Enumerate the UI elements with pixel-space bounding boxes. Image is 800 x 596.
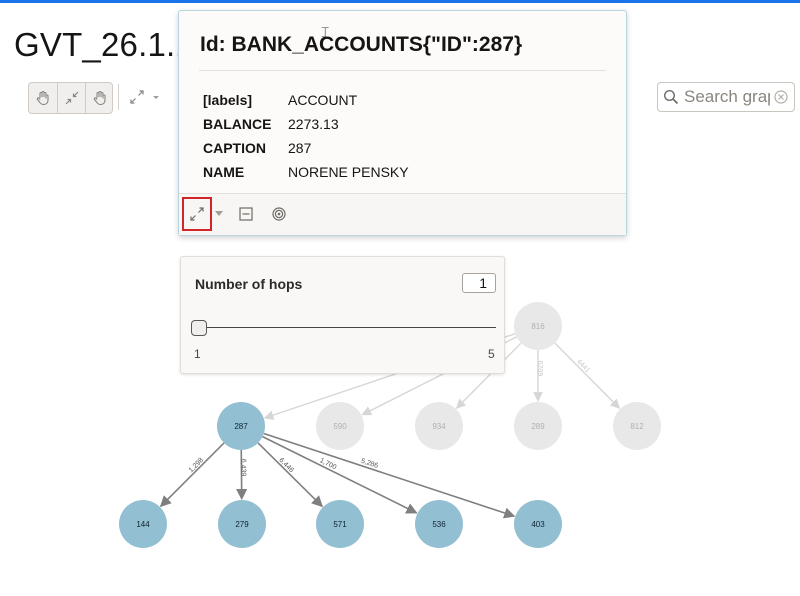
node-label: 279	[235, 520, 249, 529]
graph-node[interactable]: 571	[316, 500, 364, 548]
collapse-box-icon	[239, 207, 253, 221]
text-cursor-icon: ⌶	[321, 25, 330, 41]
graph-edge[interactable]	[554, 342, 621, 409]
focus-button[interactable]	[265, 200, 293, 228]
graph-edge[interactable]	[159, 442, 225, 508]
node-label: 812	[630, 422, 644, 431]
node-label: 571	[333, 520, 347, 529]
graph-node[interactable]: 403	[514, 500, 562, 548]
node-label: 144	[136, 520, 150, 529]
graph-node[interactable]: 812	[613, 402, 661, 450]
graph-node[interactable]: 590	[316, 402, 364, 450]
graph-node[interactable]: 816	[514, 302, 562, 350]
node-label: 536	[432, 520, 446, 529]
property-row: [labels] ACCOUNT	[203, 92, 357, 112]
number-of-hops-panel: Number of hops 1 1 5	[180, 256, 505, 374]
expand-button[interactable]	[182, 197, 212, 231]
node-label: 934	[432, 422, 446, 431]
graph-edge[interactable]	[257, 442, 324, 508]
hops-max-label: 5	[488, 347, 495, 361]
node-details-popover: Id: BANK_ACCOUNTS{"ID":287} [labels] ACC…	[178, 10, 627, 236]
graph-edge[interactable]	[263, 432, 516, 519]
property-value: 287	[288, 140, 312, 156]
property-value: NORENE PENSKY	[288, 164, 409, 180]
popover-footer	[179, 193, 626, 235]
property-row: NAME NORENE PENSKY	[203, 164, 409, 184]
graph-node[interactable]: 279	[218, 500, 266, 548]
popover-divider	[199, 70, 606, 71]
property-value: 2273.13	[288, 116, 339, 132]
node-label: 590	[333, 422, 347, 431]
property-key: CAPTION	[203, 140, 266, 156]
target-icon	[272, 207, 286, 221]
node-id-title: Id: BANK_ACCOUNTS{"ID":287}	[200, 33, 523, 56]
edge-label: 6,439	[239, 459, 246, 477]
graph-node[interactable]: 934	[415, 402, 463, 450]
hops-slider-track[interactable]	[201, 327, 496, 328]
property-key: BALANCE	[203, 116, 272, 132]
graph-node[interactable]: 287	[217, 402, 265, 450]
property-value: ACCOUNT	[288, 92, 358, 108]
graph-node[interactable]: 289	[514, 402, 562, 450]
chevron-down-icon[interactable]	[215, 211, 223, 216]
graph-node[interactable]: 536	[415, 500, 463, 548]
collapse-button[interactable]	[232, 200, 260, 228]
hops-min-label: 1	[194, 347, 201, 361]
node-label: 403	[531, 520, 545, 529]
node-label: 289	[531, 422, 545, 431]
hops-slider-thumb[interactable]	[191, 320, 207, 336]
edge-label: 6209	[536, 361, 543, 377]
expand-icon	[190, 207, 204, 221]
node-label: 287	[234, 422, 248, 431]
node-label: 816	[531, 322, 545, 331]
property-key: NAME	[203, 164, 245, 180]
property-row: BALANCE 2273.13	[203, 116, 339, 136]
hops-label: Number of hops	[195, 276, 303, 292]
hops-value-input[interactable]: 1	[462, 273, 496, 293]
property-row: CAPTION 287	[203, 140, 311, 160]
graph-node[interactable]: 144	[119, 500, 167, 548]
property-key: [labels]	[203, 92, 253, 108]
